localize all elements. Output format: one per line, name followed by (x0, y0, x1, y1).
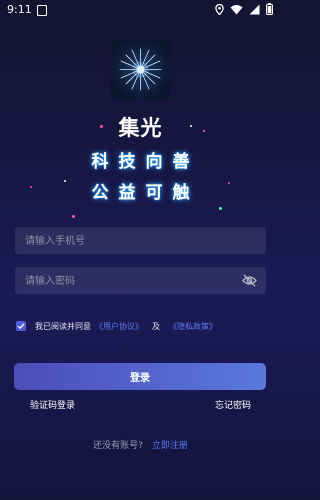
register-link[interactable]: 立即注册 (152, 441, 188, 451)
status-icons (215, 3, 273, 15)
password-input[interactable] (23, 267, 247, 296)
firework-icon (119, 48, 162, 91)
sparkle-dot (72, 215, 75, 218)
status-time: 9:11 (7, 3, 32, 16)
app-name: 集光 (118, 116, 163, 140)
privacy-policy-link[interactable]: 《隐私政策》 (169, 321, 217, 332)
login-button[interactable]: 登录 (14, 363, 266, 390)
status-bar: 9:11 (0, 0, 281, 20)
agree-checkbox[interactable] (16, 321, 26, 331)
slogan-line-2: 公益可触 (91, 183, 200, 203)
battery-icon (266, 3, 273, 15)
user-agreement-link[interactable]: 《用户协议》 (95, 321, 143, 332)
slogan-line-1: 科技向善 (91, 152, 200, 172)
location-icon (215, 3, 224, 15)
phone-input[interactable] (23, 227, 247, 256)
no-account-text: 还没有账号? (93, 441, 143, 451)
checkmark-icon (17, 323, 25, 330)
notification-icon (37, 5, 47, 16)
forgot-password-link[interactable]: 忘记密码 (215, 398, 251, 411)
app-logo (110, 39, 171, 100)
password-field-container (15, 267, 266, 296)
sms-login-link[interactable]: 验证码登录 (30, 398, 75, 411)
wifi-icon (230, 4, 243, 14)
agreement-row: 我已阅读并同意 《用户协议》 及 《隐私政策》 (16, 319, 217, 333)
signal-icon (249, 4, 260, 14)
eye-off-icon[interactable] (242, 274, 257, 287)
agreement-prefix: 我已阅读并同意 (35, 321, 91, 331)
phone-field-container (15, 227, 266, 256)
agreement-and: 及 (152, 321, 160, 331)
sparkle-dot (219, 207, 222, 210)
register-row: 还没有账号? 立即注册 (0, 438, 281, 451)
